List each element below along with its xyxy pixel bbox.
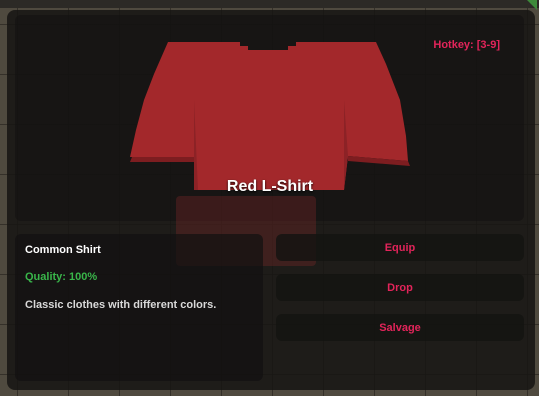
- equip-button[interactable]: Equip: [276, 234, 524, 261]
- red-shirt-icon: [130, 42, 410, 190]
- item-name: Red L-Shirt: [226, 178, 314, 195]
- hotkey-label: Hotkey: [3-9]: [433, 39, 500, 51]
- item-description: Classic clothes with different colors.: [25, 299, 217, 311]
- drop-button[interactable]: Drop: [276, 274, 524, 301]
- salvage-button[interactable]: Salvage: [276, 314, 524, 341]
- item-quality: Quality: 100%: [25, 271, 98, 283]
- item-description-box: Common Shirt Quality: 100% Classic cloth…: [15, 234, 263, 381]
- item-type: Common Shirt: [25, 244, 101, 256]
- corner-indicator: [527, 0, 537, 10]
- top-bar: [0, 0, 539, 8]
